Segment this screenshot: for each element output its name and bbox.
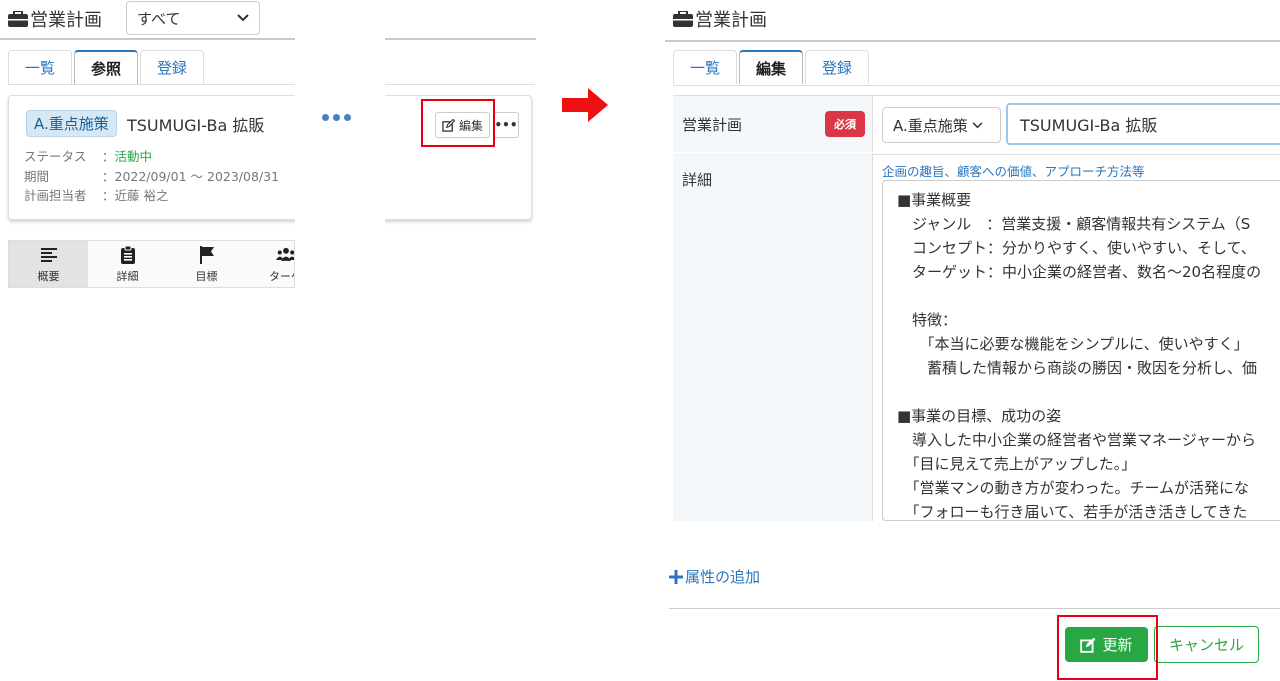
detail-line: ターゲット：中小企業の経営者、数名～20名程度の: [897, 263, 1262, 281]
plan-name-input[interactable]: TSUMUGI-Ba 拡販: [1006, 103, 1280, 145]
detail-line: 「本当に必要な機能をシンプルに、使いやすく」: [897, 335, 1249, 353]
right-app-title: 営業計画: [673, 6, 767, 32]
detail-line: ■事業概要: [897, 191, 972, 209]
add-attribute-link[interactable]: 属性の追加: [669, 566, 760, 587]
right-app-title-text: 営業計画: [695, 10, 767, 31]
detail-line: 「目に見えて売上がアップした。」: [897, 455, 1137, 473]
add-attribute-label: 属性の追加: [685, 568, 761, 586]
detail-line: ■事業の目標、成功の姿: [897, 407, 1062, 425]
tab-list[interactable]: 一覧: [673, 50, 738, 84]
right-header-divider: [665, 40, 1280, 42]
tab-register[interactable]: 登録: [805, 50, 870, 84]
edit-highlight-box: [421, 99, 495, 147]
footer-divider: [669, 608, 1280, 609]
clipboard-icon: [120, 245, 135, 264]
category-tag: A.重点施策: [26, 110, 117, 137]
category-select[interactable]: A.重点施策: [882, 107, 1001, 143]
tab-view-label: 参照: [91, 59, 122, 78]
status-key: ステータス: [24, 149, 87, 164]
detail-line: 「フォローも行き届いて、若手が活き活きしてきた: [897, 503, 1248, 521]
detail-label-cell: 詳細: [673, 153, 873, 521]
tab-edit-label: 編集: [756, 59, 787, 78]
detail-line: 特徴：: [897, 311, 958, 329]
right-tabs: 一覧 編集 登録: [673, 50, 871, 86]
required-badge: 必須: [825, 111, 865, 137]
period-key: 期間: [24, 169, 50, 184]
detail-line: 「営業マンの動き方が変わった。チームが活発にな: [897, 479, 1250, 497]
more-button[interactable]: •••: [493, 112, 519, 138]
left-panel-cutout: [295, 0, 385, 300]
status-value: ：活動中: [102, 149, 153, 164]
plan-field-label: 営業計画: [682, 116, 743, 134]
tab-overview-label: 概要: [37, 269, 60, 283]
ellipsis-icon: [322, 114, 351, 121]
card-title[interactable]: TSUMUGI-Ba 拡販: [127, 112, 264, 136]
briefcase-icon: [673, 11, 693, 27]
tab-target-label: ターゲ: [269, 269, 294, 283]
tab-list[interactable]: 一覧: [8, 50, 73, 84]
tab-detail-label: 詳細: [116, 269, 139, 283]
tab-goal-label: 目標: [195, 269, 218, 283]
left-tab-divider: [8, 84, 535, 85]
owner-value: ：近藤 裕之: [102, 188, 169, 203]
update-highlight-box: [1057, 615, 1158, 680]
tab-detail[interactable]: 詳細: [88, 241, 167, 287]
left-app-title-text: 営業計画: [30, 10, 102, 31]
filter-select-value: すべて: [137, 9, 181, 28]
tab-goal[interactable]: 目標: [167, 241, 246, 287]
left-tabs: 一覧 参照 登録: [8, 50, 206, 85]
period-value: ：2022/09/01 ～ 2023/08/31: [102, 169, 280, 184]
detail-line: ジャンル ：営業支援・顧客情報共有システム（S: [897, 215, 1251, 233]
status-row: ステータス ：活動中: [24, 146, 152, 165]
filter-select[interactable]: すべて: [126, 1, 260, 35]
owner-row: 計画担当者 ：近藤 裕之: [24, 185, 168, 204]
tab-list-label: 一覧: [25, 59, 56, 77]
cancel-button[interactable]: キャンセル: [1154, 626, 1259, 663]
left-app-title: 営業計画: [8, 6, 102, 32]
category-select-value: A.重点施策: [893, 116, 968, 135]
right-tab-divider: [673, 85, 1280, 86]
tab-edit[interactable]: 編集: [739, 50, 804, 84]
detail-tabs: 概要 詳細 目標 ターゲ: [8, 240, 295, 288]
tab-target[interactable]: ターゲ: [246, 241, 294, 287]
tab-view[interactable]: 参照: [74, 50, 139, 84]
users-icon: [275, 247, 294, 261]
detail-line: 導入した中小企業の経営者や営業マネージャーから: [897, 431, 1256, 449]
lines-icon: [40, 247, 57, 262]
tab-register-label: 登録: [157, 59, 188, 77]
briefcase-icon: [8, 11, 28, 27]
tab-overview[interactable]: 概要: [9, 241, 88, 287]
flag-icon: [199, 245, 214, 264]
tab-register-label: 登録: [822, 59, 853, 77]
chevron-down-icon: [237, 14, 249, 22]
arrow-right-icon: [562, 88, 608, 122]
detail-field-label: 詳細: [682, 171, 713, 189]
period-row: 期間 ：2022/09/01 ～ 2023/08/31: [24, 166, 279, 185]
tab-register[interactable]: 登録: [140, 50, 205, 84]
tab-list-label: 一覧: [690, 59, 721, 77]
plus-icon: [669, 569, 683, 584]
chevron-down-icon: [972, 121, 983, 128]
detail-hint: 企画の趣旨、顧客への価値、アプローチ方法等: [882, 164, 1145, 179]
detail-textarea[interactable]: ■事業概要 ジャンル ：営業支援・顧客情報共有システム（S コンセプト：分かりや…: [882, 180, 1280, 521]
plan-name-value: TSUMUGI-Ba 拡販: [1020, 116, 1158, 135]
owner-key: 計画担当者: [24, 188, 87, 203]
detail-line: コンセプト：分かりやすく、使いやすい、そして、: [897, 239, 1256, 257]
cancel-button-label: キャンセル: [1168, 636, 1244, 654]
detail-line: 蓄積した情報から商談の勝因・敗因を分析し、価: [897, 359, 1258, 377]
